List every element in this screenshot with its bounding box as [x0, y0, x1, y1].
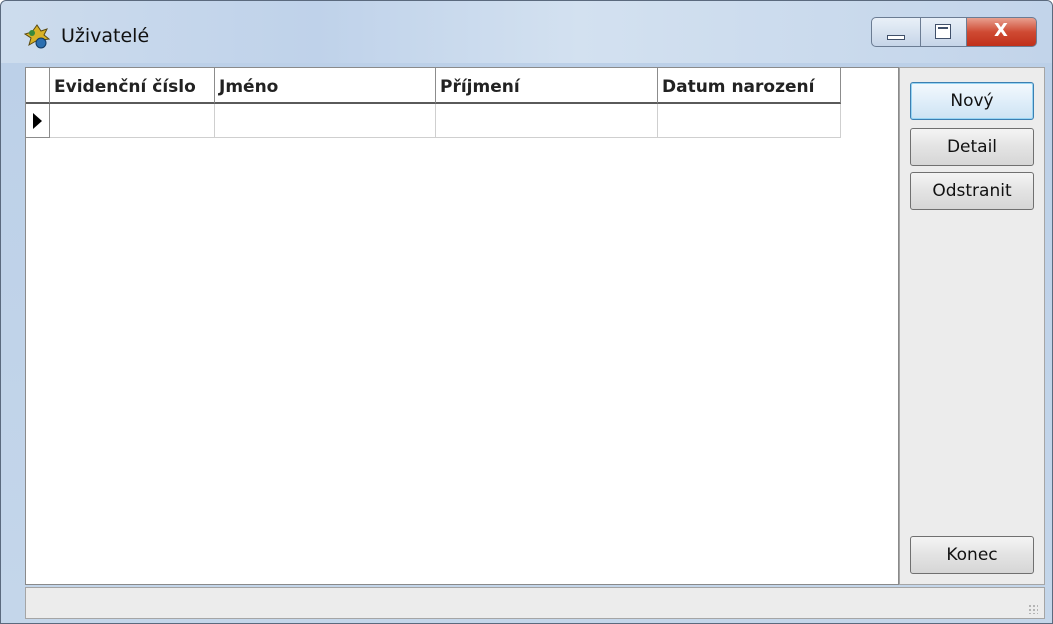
column-header-label: Evidenční číslo [54, 77, 196, 97]
column-header-first-name[interactable]: Jméno [215, 68, 436, 104]
column-header-label: Jméno [219, 77, 279, 97]
table-cell-registration-number[interactable] [50, 104, 215, 138]
maximize-button[interactable] [921, 17, 967, 47]
new-button[interactable]: Nový [910, 82, 1034, 120]
detail-button[interactable]: Detail [910, 128, 1034, 166]
close-button[interactable]: X [967, 17, 1037, 47]
column-header-label: Datum narození [662, 77, 815, 97]
current-row-arrow-icon [33, 113, 42, 129]
table-cell-birth-date[interactable] [658, 104, 841, 138]
column-header-last-name[interactable]: Příjmení [436, 68, 658, 104]
column-header-registration-number[interactable]: Evidenční číslo [50, 68, 215, 104]
minimize-button[interactable] [871, 17, 921, 47]
close-app-button[interactable]: Konec [910, 536, 1034, 574]
remove-button[interactable]: Odstranit [910, 172, 1034, 210]
app-icon [23, 24, 51, 49]
window: Uživatelé X Evidenční číslo Jméno Příjme… [0, 0, 1053, 624]
window-title: Uživatelé [61, 25, 150, 47]
title-bar[interactable]: Uživatelé X [1, 1, 1052, 63]
row-selector[interactable] [26, 104, 50, 138]
button-panel: Nový Detail Odstranit Konec [899, 67, 1045, 585]
column-header-birth-date[interactable]: Datum narození [658, 68, 841, 104]
status-bar [25, 587, 1045, 619]
close-icon: X [994, 20, 1008, 41]
resize-grip-icon[interactable] [1028, 604, 1038, 614]
table-cell-first-name[interactable] [215, 104, 436, 138]
users-grid[interactable]: Evidenční číslo Jméno Příjmení Datum nar… [25, 67, 899, 585]
grid-corner-header [26, 68, 50, 104]
minimize-icon [887, 35, 905, 40]
maximize-icon [935, 24, 951, 39]
table-cell-last-name[interactable] [436, 104, 658, 138]
column-header-label: Příjmení [440, 77, 520, 97]
